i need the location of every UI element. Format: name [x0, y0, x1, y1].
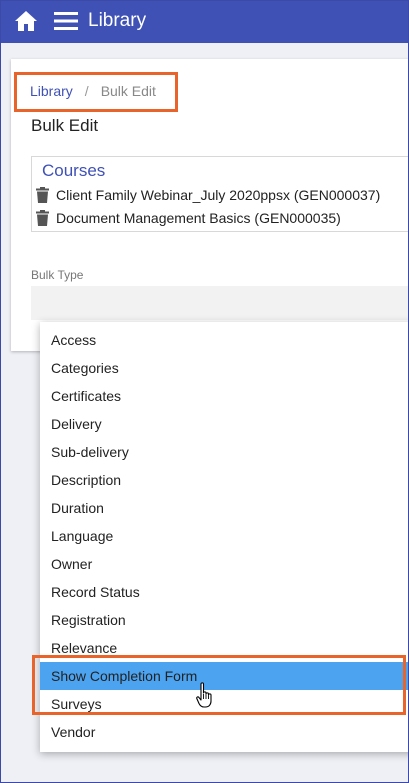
dropdown-option-vendor[interactable]: Vendor — [40, 718, 408, 746]
breadcrumb-current: Bulk Edit — [100, 83, 156, 99]
breadcrumb-library-link[interactable]: Library — [30, 83, 73, 99]
trash-icon[interactable] — [36, 187, 49, 203]
course-item-label: Document Management Basics (GEN000035) — [56, 210, 341, 226]
app-title: Library — [88, 10, 147, 31]
dropdown-option-language[interactable]: Language — [40, 522, 408, 550]
dropdown-option-description[interactable]: Description — [40, 466, 408, 494]
courses-panel: Courses Client Family Webinar_July 2020p… — [31, 156, 408, 232]
hand-pointer-cursor-icon — [196, 682, 212, 708]
hamburger-menu-icon[interactable] — [54, 11, 78, 31]
bulk-type-label: Bulk Type — [31, 268, 84, 282]
dropdown-option-delivery[interactable]: Delivery — [40, 410, 408, 438]
top-app-bar: Library — [1, 1, 408, 43]
app-window: Library Library / Bulk Edit Bulk Edit Cour… — [0, 0, 409, 783]
dropdown-option-duration[interactable]: Duration — [40, 494, 408, 522]
page-title: Bulk Edit — [31, 116, 99, 135]
dropdown-option-categories[interactable]: Categories — [40, 354, 408, 382]
option-highlight-annotation — [32, 655, 406, 715]
dropdown-option-sub-delivery[interactable]: Sub-delivery — [40, 438, 408, 466]
dropdown-option-access[interactable]: Access — [40, 326, 408, 354]
dropdown-option-registration[interactable]: Registration — [40, 606, 408, 634]
home-icon[interactable] — [14, 10, 38, 32]
dropdown-option-record-status[interactable]: Record Status — [40, 578, 408, 606]
trash-icon[interactable] — [36, 210, 49, 226]
dropdown-option-owner[interactable]: Owner — [40, 550, 408, 578]
breadcrumb-separator: / — [84, 83, 89, 99]
courses-heading: Courses — [42, 161, 106, 180]
course-item-label: Client Family Webinar_July 2020ppsx (GEN… — [56, 187, 381, 203]
course-item: Client Family Webinar_July 2020ppsx (GEN… — [36, 185, 380, 205]
breadcrumb: Library / Bulk Edit — [30, 82, 156, 100]
dropdown-option-certificates[interactable]: Certificates — [40, 382, 408, 410]
course-item: Document Management Basics (GEN000035) — [36, 208, 341, 228]
bulk-type-select[interactable] — [31, 286, 408, 320]
